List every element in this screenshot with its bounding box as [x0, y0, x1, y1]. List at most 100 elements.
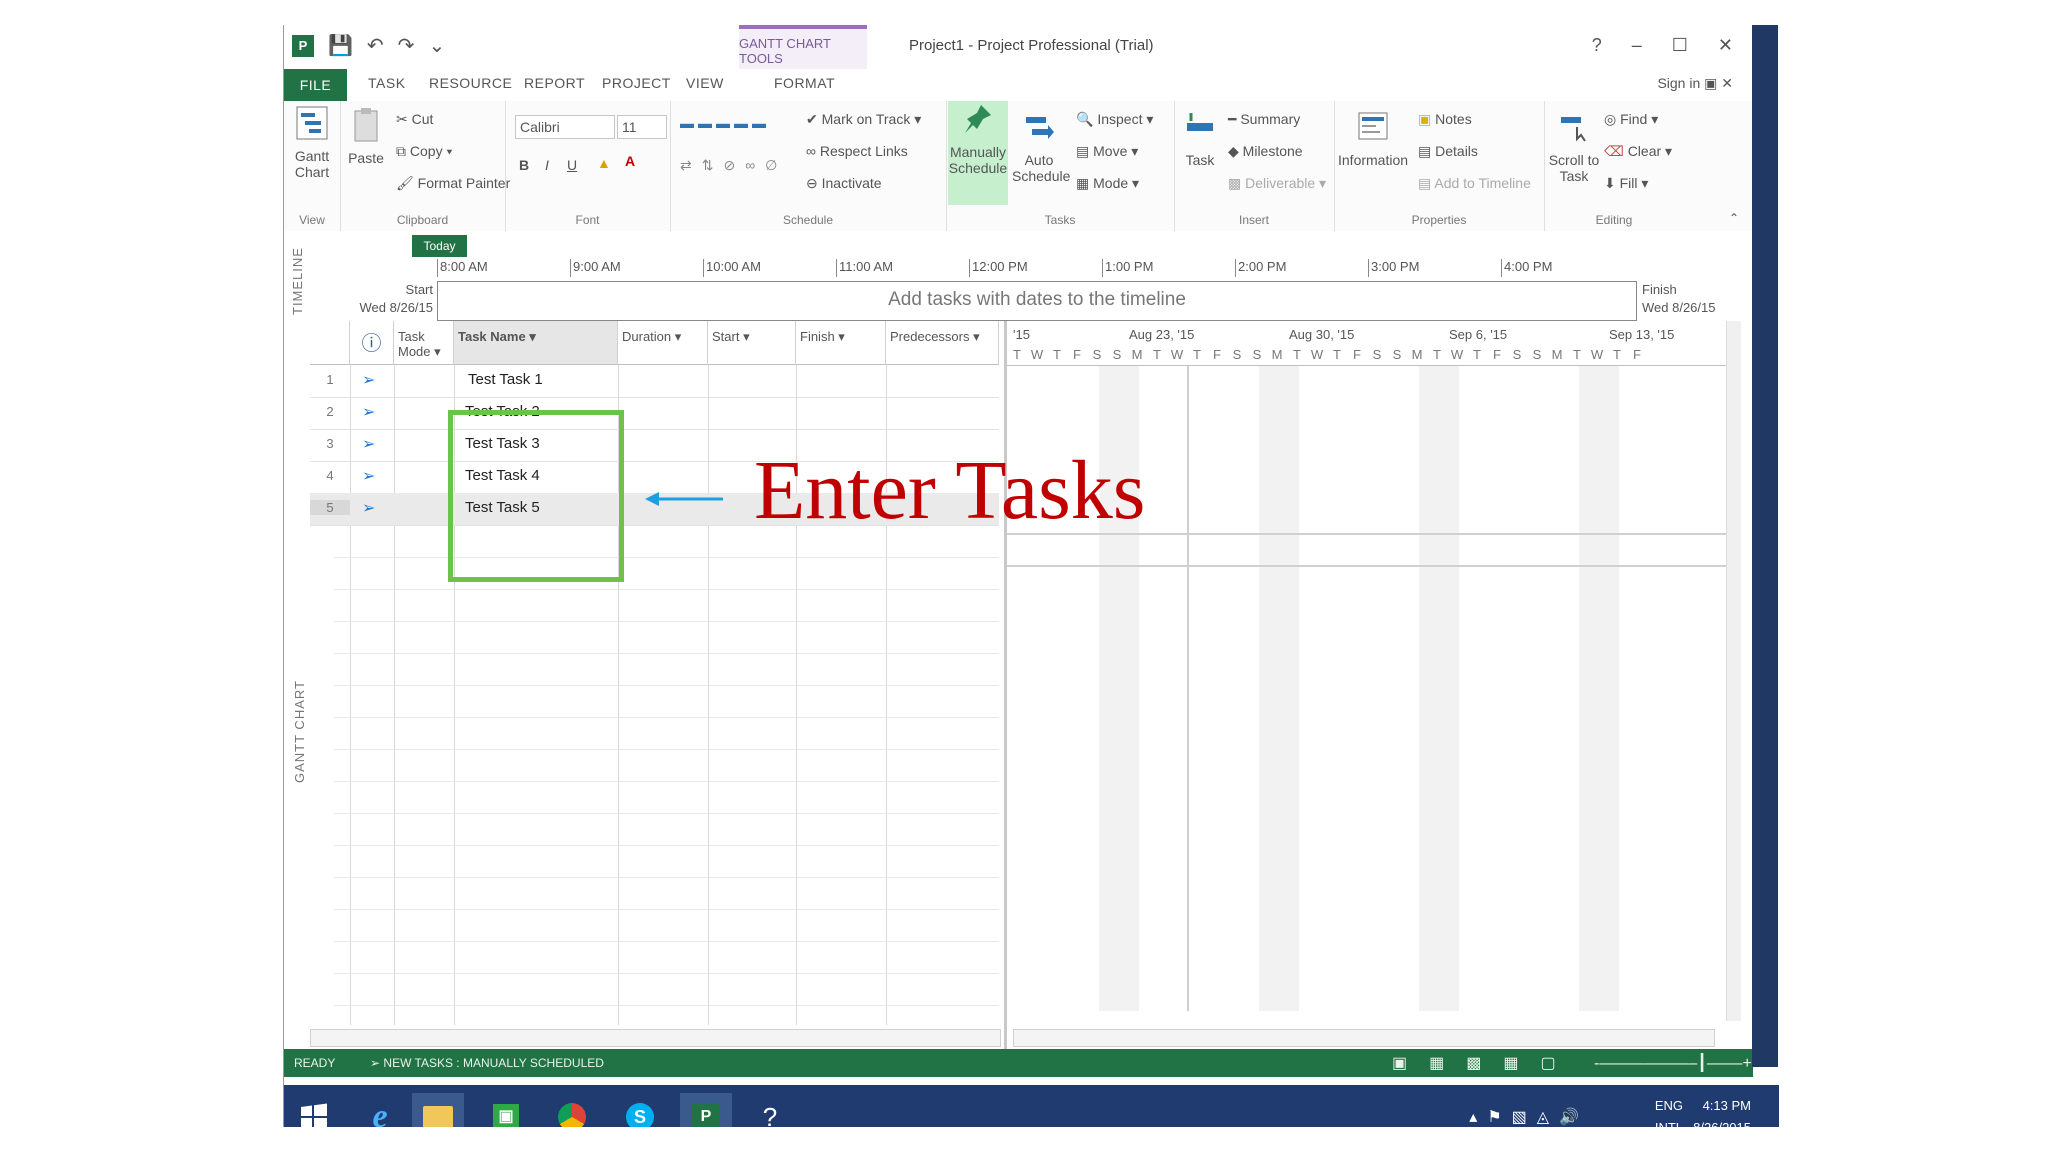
- tab-format[interactable]: FORMAT: [774, 75, 835, 91]
- day-label: S: [1392, 347, 1402, 362]
- underline-button[interactable]: U: [567, 157, 577, 173]
- file-explorer-icon[interactable]: [412, 1093, 464, 1127]
- timeline-pane[interactable]: TIMELINE Today Start Wed 8/26/15 Finish We…: [284, 231, 1753, 323]
- highlight-color-icon[interactable]: ▲: [597, 155, 611, 171]
- timeline-tick: 3:00 PM: [1368, 259, 1419, 277]
- brush-icon: 🖌: [396, 175, 414, 191]
- tab-report[interactable]: REPORT: [524, 75, 585, 91]
- sign-in-link[interactable]: Sign in ▣ ✕: [1657, 75, 1733, 92]
- clear-button[interactable]: ⌫ Clear ▾: [1604, 143, 1672, 160]
- skype-icon[interactable]: S: [614, 1093, 666, 1127]
- add-to-timeline-button[interactable]: ▤ Add to Timeline: [1418, 175, 1531, 192]
- table-row[interactable]: 1 ➢ Test Task 1: [310, 365, 999, 398]
- insert-task-button[interactable]: Task: [1178, 109, 1222, 168]
- inspect-button[interactable]: 🔍 Inspect ▾: [1076, 111, 1153, 128]
- deliverable-button[interactable]: ▩ Deliverable ▾: [1228, 175, 1326, 192]
- day-label: W: [1170, 347, 1184, 362]
- details-button[interactable]: ▤ Details: [1418, 143, 1478, 160]
- tab-task[interactable]: TASK: [368, 75, 406, 91]
- project-taskbar-icon[interactable]: P: [680, 1093, 732, 1127]
- view-group-label: View: [299, 213, 325, 227]
- table-row[interactable]: 2 ➢ Test Task 2: [310, 397, 999, 430]
- internet-explorer-icon[interactable]: e: [354, 1093, 406, 1127]
- fill-button[interactable]: ⬇ Fill ▾: [1604, 175, 1648, 192]
- percent-complete-icons[interactable]: ▬▬▬▬▬: [680, 115, 770, 131]
- grid-horizontal-scrollbar[interactable]: [310, 1029, 1001, 1047]
- maximize-button[interactable]: ☐: [1672, 35, 1688, 56]
- font-size-select[interactable]: 11: [617, 115, 667, 139]
- gantt-vertical-scrollbar[interactable]: [1726, 321, 1741, 1021]
- bold-button[interactable]: B: [519, 157, 529, 173]
- help-taskbar-icon[interactable]: ?: [744, 1093, 796, 1128]
- row-number: 1: [326, 372, 334, 387]
- copy-button[interactable]: ⧉ Copy ▾: [396, 143, 452, 160]
- find-button[interactable]: ◎ Find ▾: [1604, 111, 1658, 128]
- redo-icon[interactable]: ↷: [398, 33, 415, 58]
- auto-schedule-button[interactable]: Auto Schedule: [1012, 109, 1070, 184]
- tab-resource[interactable]: RESOURCE: [429, 75, 512, 91]
- new-tasks-mode[interactable]: ➢ NEW TASKS : MANUALLY SCHEDULED: [370, 1056, 604, 1070]
- system-tray-icons[interactable]: ▴⚑▧◬🔊: [1469, 1107, 1589, 1127]
- title-bar: P 💾 ↶ ↷ ⌄ GANTT CHART TOOLS Project1 - P…: [284, 25, 1753, 73]
- clock[interactable]: 4:13 PM8/26/2015: [1693, 1095, 1751, 1127]
- close-button[interactable]: ✕: [1718, 35, 1733, 56]
- column-header-task-name[interactable]: Task Name ▾: [454, 321, 618, 365]
- tab-file[interactable]: FILE: [284, 69, 347, 101]
- inspect-icon: 🔍: [1076, 111, 1094, 127]
- gantt-horizontal-scrollbar[interactable]: [1013, 1029, 1715, 1047]
- format-painter-button[interactable]: 🖌 Format Painter: [396, 175, 510, 192]
- scroll-to-task-button[interactable]: Scroll to Task: [1548, 109, 1600, 184]
- scroll-to-task-icon: [1561, 117, 1586, 142]
- gantt-chart[interactable]: '15 Aug 23, '15 Aug 30, '15 Sep 6, '15 S…: [1004, 321, 1741, 1049]
- minimize-button[interactable]: –: [1632, 35, 1642, 56]
- chrome-icon[interactable]: [546, 1093, 598, 1127]
- column-header-predecessors[interactable]: Predecessors ▾: [886, 321, 999, 365]
- contextual-tab-label: GANTT CHART TOOLS: [739, 25, 867, 73]
- help-button[interactable]: ?: [1592, 35, 1602, 56]
- view-shortcut-icons[interactable]: ▣▦▩▦▢: [1392, 1053, 1578, 1073]
- information-button[interactable]: Information: [1338, 109, 1408, 168]
- customize-qat-icon[interactable]: ⌄: [428, 33, 445, 58]
- tab-project[interactable]: PROJECT: [602, 75, 671, 91]
- indicators-column-header[interactable]: ⓘ: [350, 321, 394, 365]
- zoom-slider[interactable]: -‒‒‒‒‒‒‒‒‒‒‒┃‒‒‒‒+: [1594, 1053, 1752, 1073]
- move-button[interactable]: ▤ Move ▾: [1076, 143, 1138, 160]
- column-header-finish[interactable]: Finish ▾: [796, 321, 886, 365]
- link-tools-icons[interactable]: ⇄⇅⊘∞∅: [680, 157, 787, 174]
- clipboard-group: Paste ✂ Cut ⧉ Copy ▾ 🖌 Format Painter Cl…: [340, 101, 510, 231]
- column-header-task-mode[interactable]: Task Mode ▾: [394, 321, 454, 365]
- gantt-header-rule: [1007, 365, 1727, 366]
- mark-on-track-button[interactable]: ✔ Mark on Track ▾: [806, 111, 921, 128]
- mode-button[interactable]: ▦ Mode ▾: [1076, 175, 1139, 192]
- start-button[interactable]: [288, 1093, 340, 1127]
- store-icon[interactable]: ▣: [480, 1093, 532, 1127]
- italic-button[interactable]: I: [545, 157, 549, 173]
- column-header-start[interactable]: Start ▾: [708, 321, 796, 365]
- inactivate-button[interactable]: ⊖ Inactivate: [806, 175, 882, 192]
- week-label: Aug 30, '15: [1289, 327, 1355, 342]
- grid-rule: [334, 973, 999, 974]
- paste-button[interactable]: Paste: [346, 107, 386, 166]
- milestone-button[interactable]: ◆ Milestone: [1228, 143, 1303, 160]
- notes-button[interactable]: ▣ Notes: [1418, 111, 1472, 128]
- manually-schedule-button[interactable]: Manually Schedule: [948, 101, 1008, 205]
- summary-button[interactable]: ━ Summary: [1228, 111, 1300, 128]
- save-icon[interactable]: 💾: [328, 33, 353, 58]
- respect-links-button[interactable]: ∞ Respect Links: [806, 143, 908, 159]
- collapse-ribbon-icon[interactable]: ⌃: [1729, 211, 1739, 225]
- cut-button[interactable]: ✂ Cut: [396, 111, 433, 128]
- font-family-select[interactable]: Calibri: [515, 115, 615, 139]
- schedule-group: ▬▬▬▬▬ ⇄⇅⊘∞∅ ✔ Mark on Track ▾ ∞ Respect …: [670, 101, 947, 231]
- undo-icon[interactable]: ↶: [367, 33, 384, 58]
- grid-rule: [334, 589, 999, 590]
- input-language[interactable]: ENGINTL: [1655, 1095, 1683, 1127]
- tab-view[interactable]: VIEW: [686, 75, 724, 91]
- summary-icon: ━: [1228, 111, 1237, 127]
- task-name-cell[interactable]: Test Task 1: [468, 371, 543, 388]
- today-marker: Today: [412, 235, 467, 257]
- column-header-duration[interactable]: Duration ▾: [618, 321, 708, 365]
- font-color-icon[interactable]: A: [625, 153, 635, 169]
- timeline-tick: 8:00 AM: [437, 259, 488, 277]
- timeline-bar[interactable]: Add tasks with dates to the timeline: [437, 281, 1637, 321]
- gantt-chart-button[interactable]: Gantt Chart: [288, 105, 336, 180]
